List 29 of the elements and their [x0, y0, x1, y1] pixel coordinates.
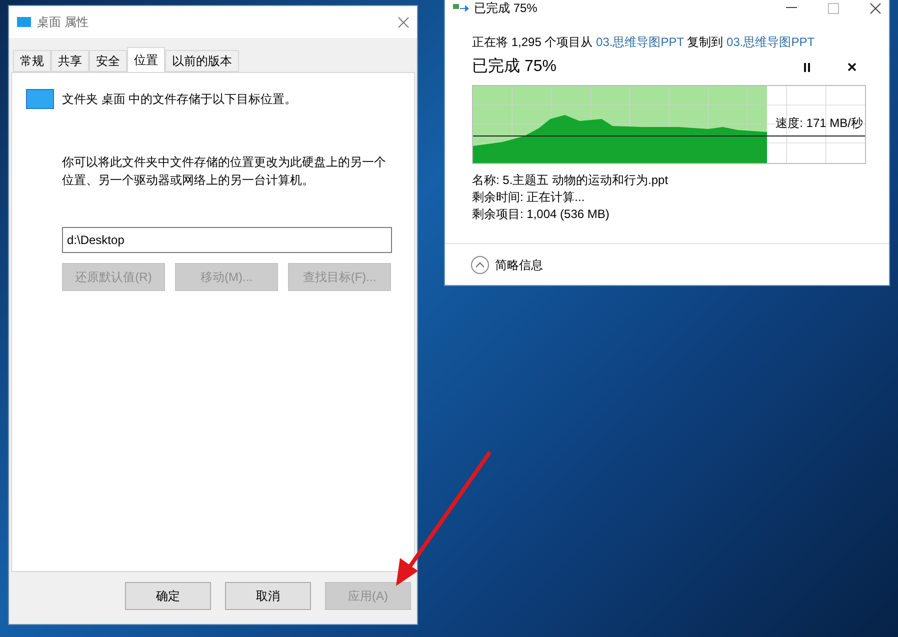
window-title: 已完成 75% [474, 0, 538, 17]
progress-status: 已完成 75% [472, 56, 556, 77]
source-link[interactable]: 03.思维导图PPT [596, 35, 684, 49]
tab[interactable]: 安全 [89, 50, 127, 72]
path-field[interactable]: d:\Desktop [62, 227, 392, 253]
detail-text: 名称: 5.主题五 动物的运动和行为.ppt [472, 172, 670, 189]
folder-icon [17, 17, 31, 27]
close-icon[interactable] [848, 63, 856, 71]
pause-icon[interactable] [804, 62, 810, 72]
description-text: 你可以将此文件夹中文件存储的位置更改为此硬盘上的另一个位置、另一个驱动器或网络上的另一台计算机。 [62, 154, 387, 189]
location-heading: 文件夹 桌面 中的文件存储于以下目标位置。 [62, 91, 297, 108]
minimize-icon[interactable] [786, 7, 797, 9]
tab[interactable]: 以前的版本 [165, 50, 239, 72]
tab[interactable]: 常规 [13, 50, 51, 72]
detail-text: 剩余时间: 正在计算... [472, 189, 586, 206]
tab[interactable]: 共享 [51, 50, 89, 72]
toggle-label[interactable]: 简略信息 [495, 256, 543, 274]
chevron-icon[interactable] [471, 256, 489, 274]
speed-reading: 速度: 171 MB/秒 [776, 115, 863, 132]
destination-link[interactable]: 03.思维导图PPT [726, 35, 815, 49]
folder-icon [26, 89, 54, 109]
copy-icon [453, 3, 469, 13]
dialog-button[interactable]: 取消 [225, 582, 311, 610]
window-title: 桌面 属性 [37, 14, 88, 31]
close-icon[interactable] [870, 2, 881, 14]
dialog-button[interactable]: 确定 [125, 582, 211, 610]
tab[interactable]: 位置 [127, 47, 165, 72]
detail-text: 剩余项目: 1,004 (536 MB) [472, 206, 610, 223]
copy-summary: 正在将 1,295 个项目从 03.思维导图PPT 复制到 03.思维导图PPT [472, 34, 816, 51]
